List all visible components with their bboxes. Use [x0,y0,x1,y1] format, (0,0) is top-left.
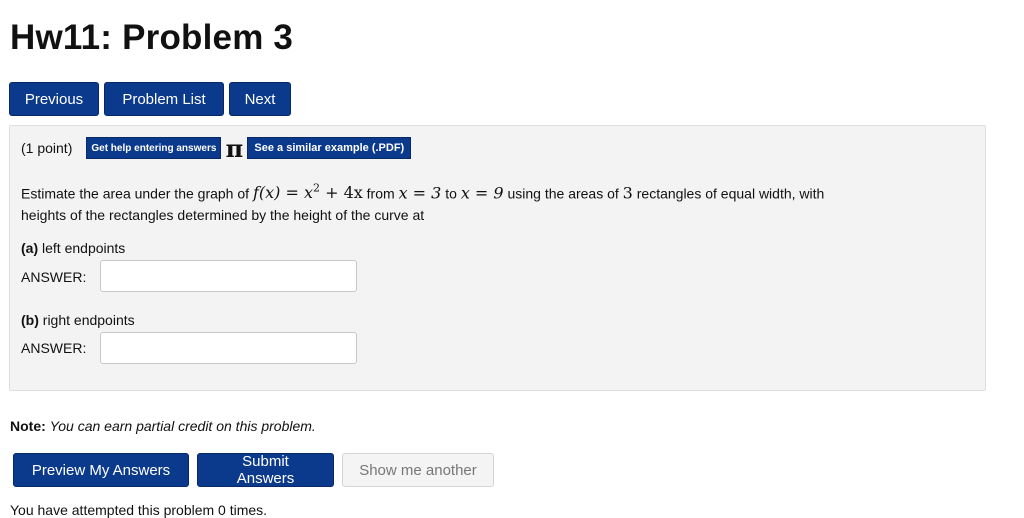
help-entering-answers-button[interactable]: Get help entering answers [86,137,222,159]
problem-panel: (1 point) Get help entering answers π Se… [9,125,986,391]
answer-b-label: ANSWER: [21,340,87,356]
problem-nav: Previous Problem List Next [9,82,291,116]
answer-actions: Preview My Answers Submit Answers Show m… [13,453,494,487]
submit-answers-button[interactable]: Submit Answers [197,453,334,487]
function-expression: f(x) = x2 + 4x [252,182,363,203]
next-button[interactable]: Next [229,82,291,116]
statement-text: to [445,185,457,202]
rectangle-count: 3 [622,183,633,203]
part-a-letter: (a) [21,240,39,256]
points-label: (1 point) [21,140,73,156]
problem-header: (1 point) Get help entering answers π Se… [21,134,412,163]
note-text: You can earn partial credit on this prob… [49,418,316,434]
pi-icon[interactable]: π [222,134,246,163]
statement-text: from [366,185,395,202]
preview-answers-button[interactable]: Preview My Answers [13,453,189,487]
part-a-label: (a) left endpoints [21,240,125,256]
part-a-text: left endpoints [42,240,126,256]
statement-text: rectangles of equal width, with [636,185,825,202]
similar-example-button[interactable]: See a similar example (.PDF) [247,137,412,159]
statement-text: Estimate the area under the graph of [21,185,250,202]
statement-text: using the areas of [507,185,619,202]
part-b-label: (b) right endpoints [21,312,135,328]
answer-a-input[interactable] [100,260,357,292]
page-title: Hw11: Problem 3 [10,18,294,57]
show-another-button[interactable]: Show me another [342,453,494,487]
problem-statement: Estimate the area under the graph of f(x… [21,178,971,226]
partial-credit-note: Note: You can earn partial credit on thi… [10,418,316,434]
function-lhs: f(x) [252,183,281,203]
function-rest: + 4x [325,183,363,203]
part-b-text: right endpoints [42,312,135,328]
note-label: Note: [10,418,46,434]
problem-list-button[interactable]: Problem List [104,82,224,116]
attempts-text: You have attempted this problem 0 times. [10,502,268,518]
previous-button[interactable]: Previous [9,82,99,116]
statement-text: heights of the rectangles determined by … [21,207,425,224]
function-exponent: 2 [312,182,320,195]
answer-b-input[interactable] [100,332,357,364]
interval-start: x = 3 [398,183,442,203]
function-term: x [303,183,313,203]
answer-a-label: ANSWER: [21,269,87,285]
interval-end: x = 9 [460,183,504,203]
part-b-letter: (b) [21,312,39,328]
